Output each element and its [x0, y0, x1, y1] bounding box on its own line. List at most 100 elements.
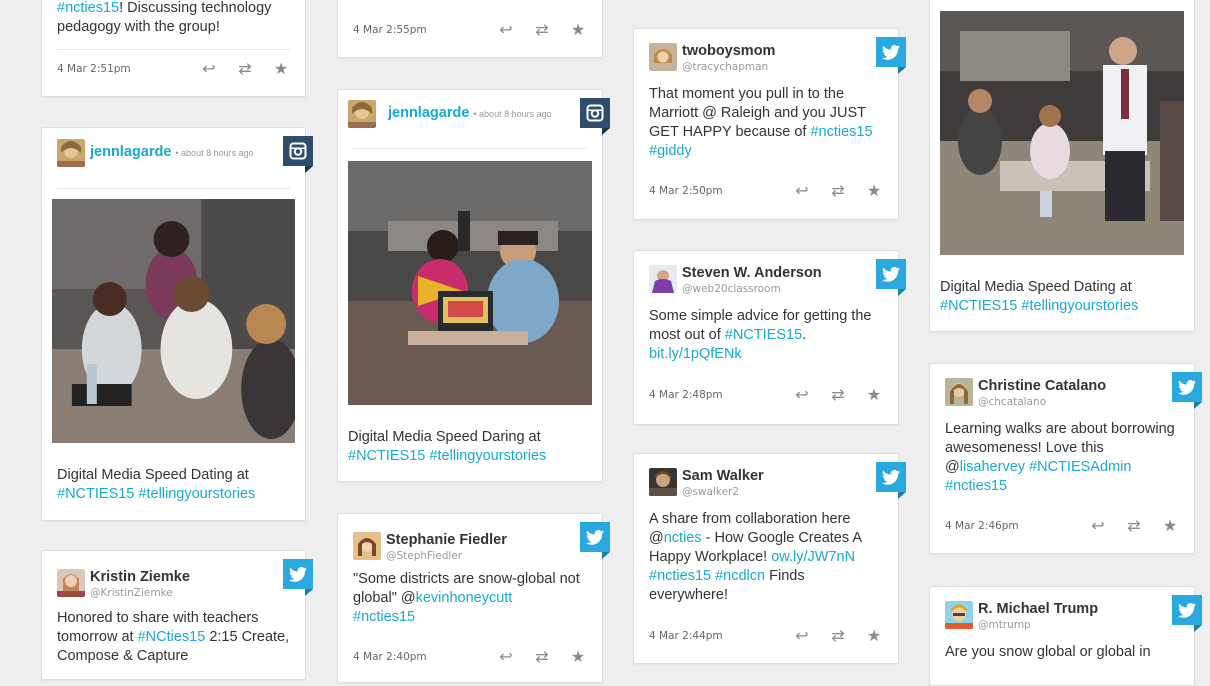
- twitter-badge: [1172, 372, 1202, 409]
- tweet-timestamp[interactable]: 4 Mar 2:46pm: [945, 520, 1019, 532]
- tweet-timestamp[interactable]: 4 Mar 2:48pm: [649, 389, 723, 401]
- avatar[interactable]: [348, 100, 376, 128]
- photo-caption: Digital Media Speed Dating at #NCTIES15 …: [940, 279, 1139, 314]
- twitter-handle[interactable]: @chcatalano: [978, 396, 1046, 408]
- favorite-icon[interactable]: ★: [865, 627, 883, 645]
- retweet-icon[interactable]: ⇄: [533, 21, 551, 39]
- twitter-bird-icon: [289, 566, 307, 582]
- tweet-actions: ↩ ⇄ ★: [497, 648, 587, 666]
- display-name[interactable]: R. Michael Trump: [978, 601, 1098, 617]
- tweet-timestamp[interactable]: 4 Mar 2:50pm: [649, 185, 723, 197]
- card-header: jennlagardeabout 8 hours ago: [57, 139, 275, 173]
- hashtag-link[interactable]: #ncties15: [810, 124, 872, 140]
- display-name[interactable]: Kristin Ziemke: [90, 569, 190, 585]
- favorite-icon[interactable]: ★: [1161, 517, 1179, 535]
- avatar[interactable]: [353, 532, 381, 560]
- favorite-icon[interactable]: ★: [272, 60, 290, 78]
- twitter-handle[interactable]: @mtrump: [978, 619, 1031, 631]
- instagram-card-jennlagarde-2: jennlagardeabout 8 hours ago Digital Med…: [337, 89, 610, 482]
- reply-icon[interactable]: ↩: [793, 627, 811, 645]
- avatar[interactable]: [945, 601, 973, 629]
- display-name[interactable]: Steven W. Anderson: [682, 265, 822, 281]
- avatar[interactable]: [649, 468, 677, 496]
- avatar[interactable]: [57, 139, 85, 167]
- twitter-handle[interactable]: @web20classroom: [682, 283, 781, 295]
- retweet-icon[interactable]: ⇄: [829, 182, 847, 200]
- hashtag-link[interactable]: #ncties15: [945, 478, 1007, 494]
- tweet-text: Honored to share with teachers tomorrow …: [57, 610, 290, 664]
- retweet-icon[interactable]: ⇄: [829, 627, 847, 645]
- tweet-card-christine-catalano: Christine Catalano @chcatalano Learning …: [929, 363, 1202, 554]
- retweet-icon[interactable]: ⇄: [533, 648, 551, 666]
- tweet-actions: ↩ ⇄ ★: [1089, 517, 1179, 535]
- mention-link[interactable]: kevinhoneycutt: [416, 590, 513, 606]
- avatar[interactable]: [57, 569, 85, 597]
- hashtag-link[interactable]: #NCTIES15: [940, 298, 1017, 314]
- tweet-actions: ↩ ⇄ ★: [793, 627, 883, 645]
- avatar[interactable]: [649, 43, 677, 71]
- hashtag-link[interactable]: #tellingyourstories: [1021, 298, 1138, 314]
- hashtag-link[interactable]: #ncties15: [353, 609, 415, 625]
- favorite-icon[interactable]: ★: [569, 21, 587, 39]
- hashtag-link[interactable]: #NCTIES15: [348, 448, 425, 464]
- hashtag-link[interactable]: #ncdlcn: [715, 568, 765, 584]
- tweet-timestamp[interactable]: 4 Mar 2:40pm: [353, 651, 427, 663]
- favorite-icon[interactable]: ★: [865, 182, 883, 200]
- display-name[interactable]: Sam Walker: [682, 468, 764, 484]
- tweet-timestamp[interactable]: 4 Mar 2:44pm: [649, 630, 723, 642]
- retweet-icon[interactable]: ⇄: [236, 60, 254, 78]
- hashtag-link[interactable]: #NCties15: [138, 629, 206, 645]
- tweet-footer: 4 Mar 2:40pm ↩ ⇄ ★: [353, 648, 587, 668]
- favorite-icon[interactable]: ★: [569, 648, 587, 666]
- mention-link[interactable]: ncties: [664, 530, 702, 546]
- display-name[interactable]: Stephanie Fiedler: [386, 532, 507, 548]
- retweet-icon[interactable]: ⇄: [829, 386, 847, 404]
- instagram-photo[interactable]: [940, 11, 1184, 255]
- twitter-handle[interactable]: @KristinZiemke: [90, 587, 173, 599]
- hashtag-link[interactable]: #NCTIESAdmin: [1029, 459, 1131, 475]
- divider: [353, 148, 587, 149]
- reply-icon[interactable]: ↩: [200, 60, 218, 78]
- hashtag-link[interactable]: #tellingyourstories: [138, 486, 255, 502]
- post-age: about 8 hours ago: [175, 148, 253, 158]
- username[interactable]: jennlagardeabout 8 hours ago: [90, 144, 254, 160]
- tweet-timestamp[interactable]: 4 Mar 2:51pm: [57, 63, 131, 75]
- twitter-handle[interactable]: @tracychapman: [682, 61, 768, 73]
- hashtag-link[interactable]: #tellingyourstories: [429, 448, 546, 464]
- url-link[interactable]: bit.ly/1pQfENk: [649, 346, 742, 362]
- username[interactable]: jennlagardeabout 8 hours ago: [388, 105, 552, 121]
- instagram-photo[interactable]: [52, 199, 295, 443]
- display-name[interactable]: Christine Catalano: [978, 378, 1106, 394]
- tweet-timestamp[interactable]: 4 Mar 2:55pm: [353, 24, 427, 36]
- mention-link[interactable]: lisahervey: [960, 459, 1025, 475]
- url-link[interactable]: ow.ly/JW7nN: [771, 549, 855, 565]
- reply-icon[interactable]: ↩: [793, 386, 811, 404]
- twitter-bird-icon: [1178, 602, 1196, 618]
- reply-icon[interactable]: ↩: [497, 648, 515, 666]
- twitter-handle[interactable]: @swalker2: [682, 486, 739, 498]
- tweet-text: A share from collaboration here @ncties …: [649, 511, 862, 603]
- reply-icon[interactable]: ↩: [497, 21, 515, 39]
- tweet-card-sam-walker: Sam Walker @swalker2 A share from collab…: [633, 453, 906, 664]
- reply-icon[interactable]: ↩: [1089, 517, 1107, 535]
- retweet-icon[interactable]: ⇄: [1125, 517, 1143, 535]
- card-header: Stephanie Fiedler @StephFiedler: [353, 532, 572, 566]
- twitter-handle[interactable]: @StephFiedler: [386, 550, 462, 562]
- hashtag-link[interactable]: #NCTIES15: [57, 486, 134, 502]
- tweet-card-kristin-ziemke: Kristin Ziemke @KristinZiemke Honored to…: [41, 550, 313, 680]
- display-name[interactable]: twoboysmom: [682, 43, 775, 59]
- hashtag-link[interactable]: #ncties15: [649, 568, 711, 584]
- tweet-footer: 4 Mar 2:48pm ↩ ⇄ ★: [649, 386, 883, 406]
- hashtag-link[interactable]: #NCTIES15: [725, 327, 802, 343]
- instagram-photo[interactable]: [348, 161, 592, 405]
- twitter-badge: [876, 37, 906, 74]
- reply-icon[interactable]: ↩: [793, 182, 811, 200]
- tweet-actions: ↩ ⇄ ★: [497, 21, 587, 39]
- avatar[interactable]: [945, 378, 973, 406]
- hashtag-link[interactable]: #ncties15: [57, 0, 119, 16]
- tweet-card-twoboysmom: twoboysmom @tracychapman That moment you…: [633, 28, 906, 220]
- favorite-icon[interactable]: ★: [865, 386, 883, 404]
- avatar[interactable]: [649, 265, 677, 293]
- card-header: twoboysmom @tracychapman: [649, 43, 868, 77]
- hashtag-link[interactable]: #giddy: [649, 143, 692, 159]
